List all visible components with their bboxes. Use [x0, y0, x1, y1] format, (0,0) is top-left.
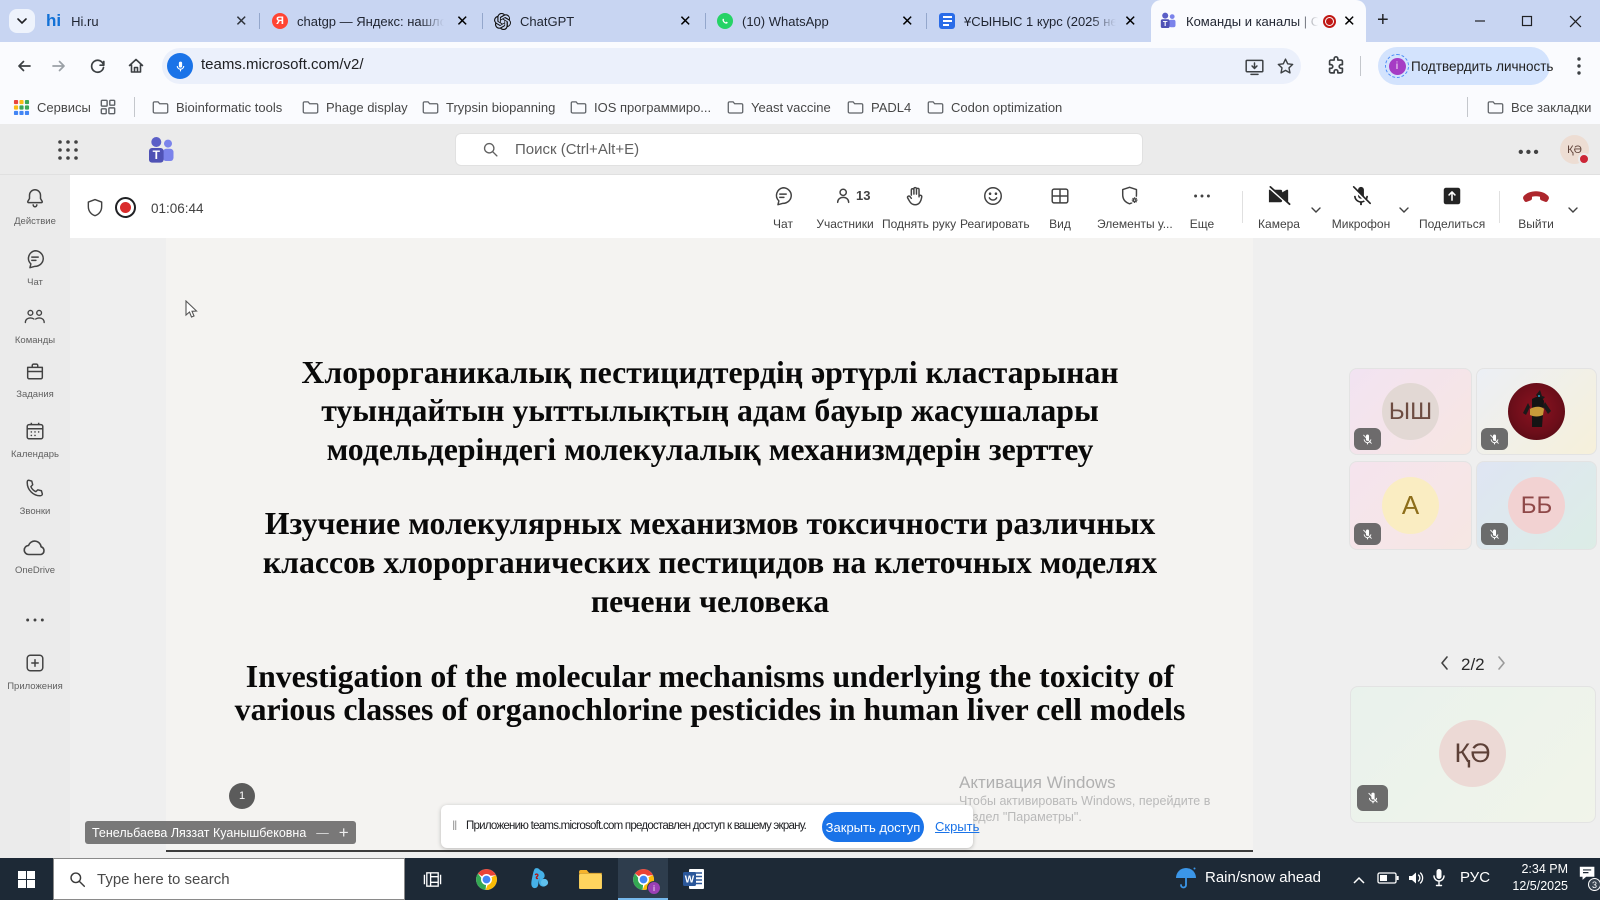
svg-text:W: W	[685, 875, 695, 886]
svg-text:T: T	[1163, 19, 1168, 28]
svg-text:T: T	[153, 148, 161, 162]
